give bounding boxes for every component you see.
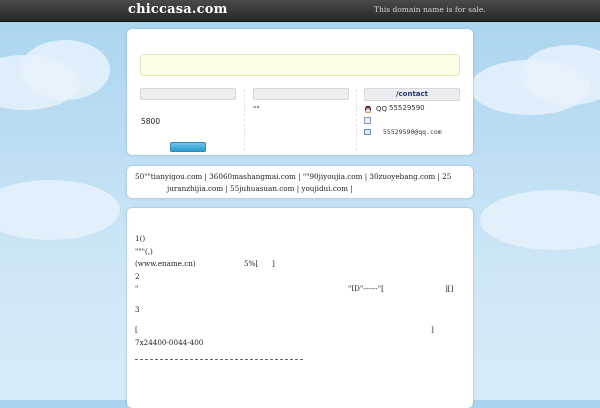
notice-box (140, 54, 460, 76)
cloud-decoration (480, 190, 600, 250)
article-line: [ ] (135, 324, 465, 337)
article-line: 2 (135, 271, 140, 281)
article-text: 5%[ (244, 259, 259, 268)
field-text: "" (253, 105, 260, 113)
contact-email[interactable]: 55529590@qq.com (383, 128, 442, 136)
for-sale-notice: This domain name is for sale. (374, 5, 486, 14)
offer-panel: 5800 "" /contact QQ 55529590 55529590@qq… (127, 29, 473, 155)
column-divider (356, 89, 357, 151)
phone-icon (364, 117, 371, 124)
domain-title[interactable]: chiccasa.com (128, 2, 228, 17)
qq-label: QQ (376, 105, 388, 113)
article-line: 7x24400-0044-400 (135, 337, 204, 347)
article-text: ][] (445, 284, 454, 293)
cloud-decoration (0, 180, 120, 240)
qq-number: 55529590 (389, 104, 425, 112)
article-text: " (135, 284, 139, 293)
column-divider (244, 89, 245, 151)
domain-links-line-1[interactable]: 50""tianyigou.com | 36060mashangmai.com … (135, 171, 465, 183)
article-line: " "ID"------"[ ][] (135, 283, 465, 296)
article-text: ] (431, 325, 434, 334)
article-text: ] (272, 259, 275, 268)
article-text: [ (135, 325, 138, 334)
article-text: "ID"------"[ (348, 284, 384, 293)
article-line: 3 (135, 304, 140, 314)
article-text: (www.ename.cn) (135, 259, 196, 268)
domain-links-line-2[interactable]: juranzhijia.com | 55juhuasuan.com | youj… (135, 183, 465, 195)
article-line: (www.ename.cn) 5%[ ] (135, 258, 465, 271)
price-value: 5800 (141, 117, 161, 126)
top-bar: chiccasa.com This domain name is for sal… (0, 0, 600, 22)
offer-field-2[interactable] (253, 88, 349, 100)
dashed-divider (135, 359, 303, 360)
article-panel: 1() """(,) (www.ename.cn) 5%[ ] 2 " "ID"… (127, 208, 473, 408)
contact-header: /contact (364, 88, 460, 101)
offer-field[interactable] (140, 88, 236, 100)
links-panel: 50""tianyigou.com | 36060mashangmai.com … (127, 166, 473, 198)
article-line: 1() (135, 234, 146, 243)
qq-penguin-icon (365, 105, 371, 113)
cloud-decoration (20, 40, 110, 100)
submit-button[interactable] (170, 142, 206, 152)
article-line: """(,) (135, 246, 153, 256)
mail-icon (364, 129, 371, 135)
